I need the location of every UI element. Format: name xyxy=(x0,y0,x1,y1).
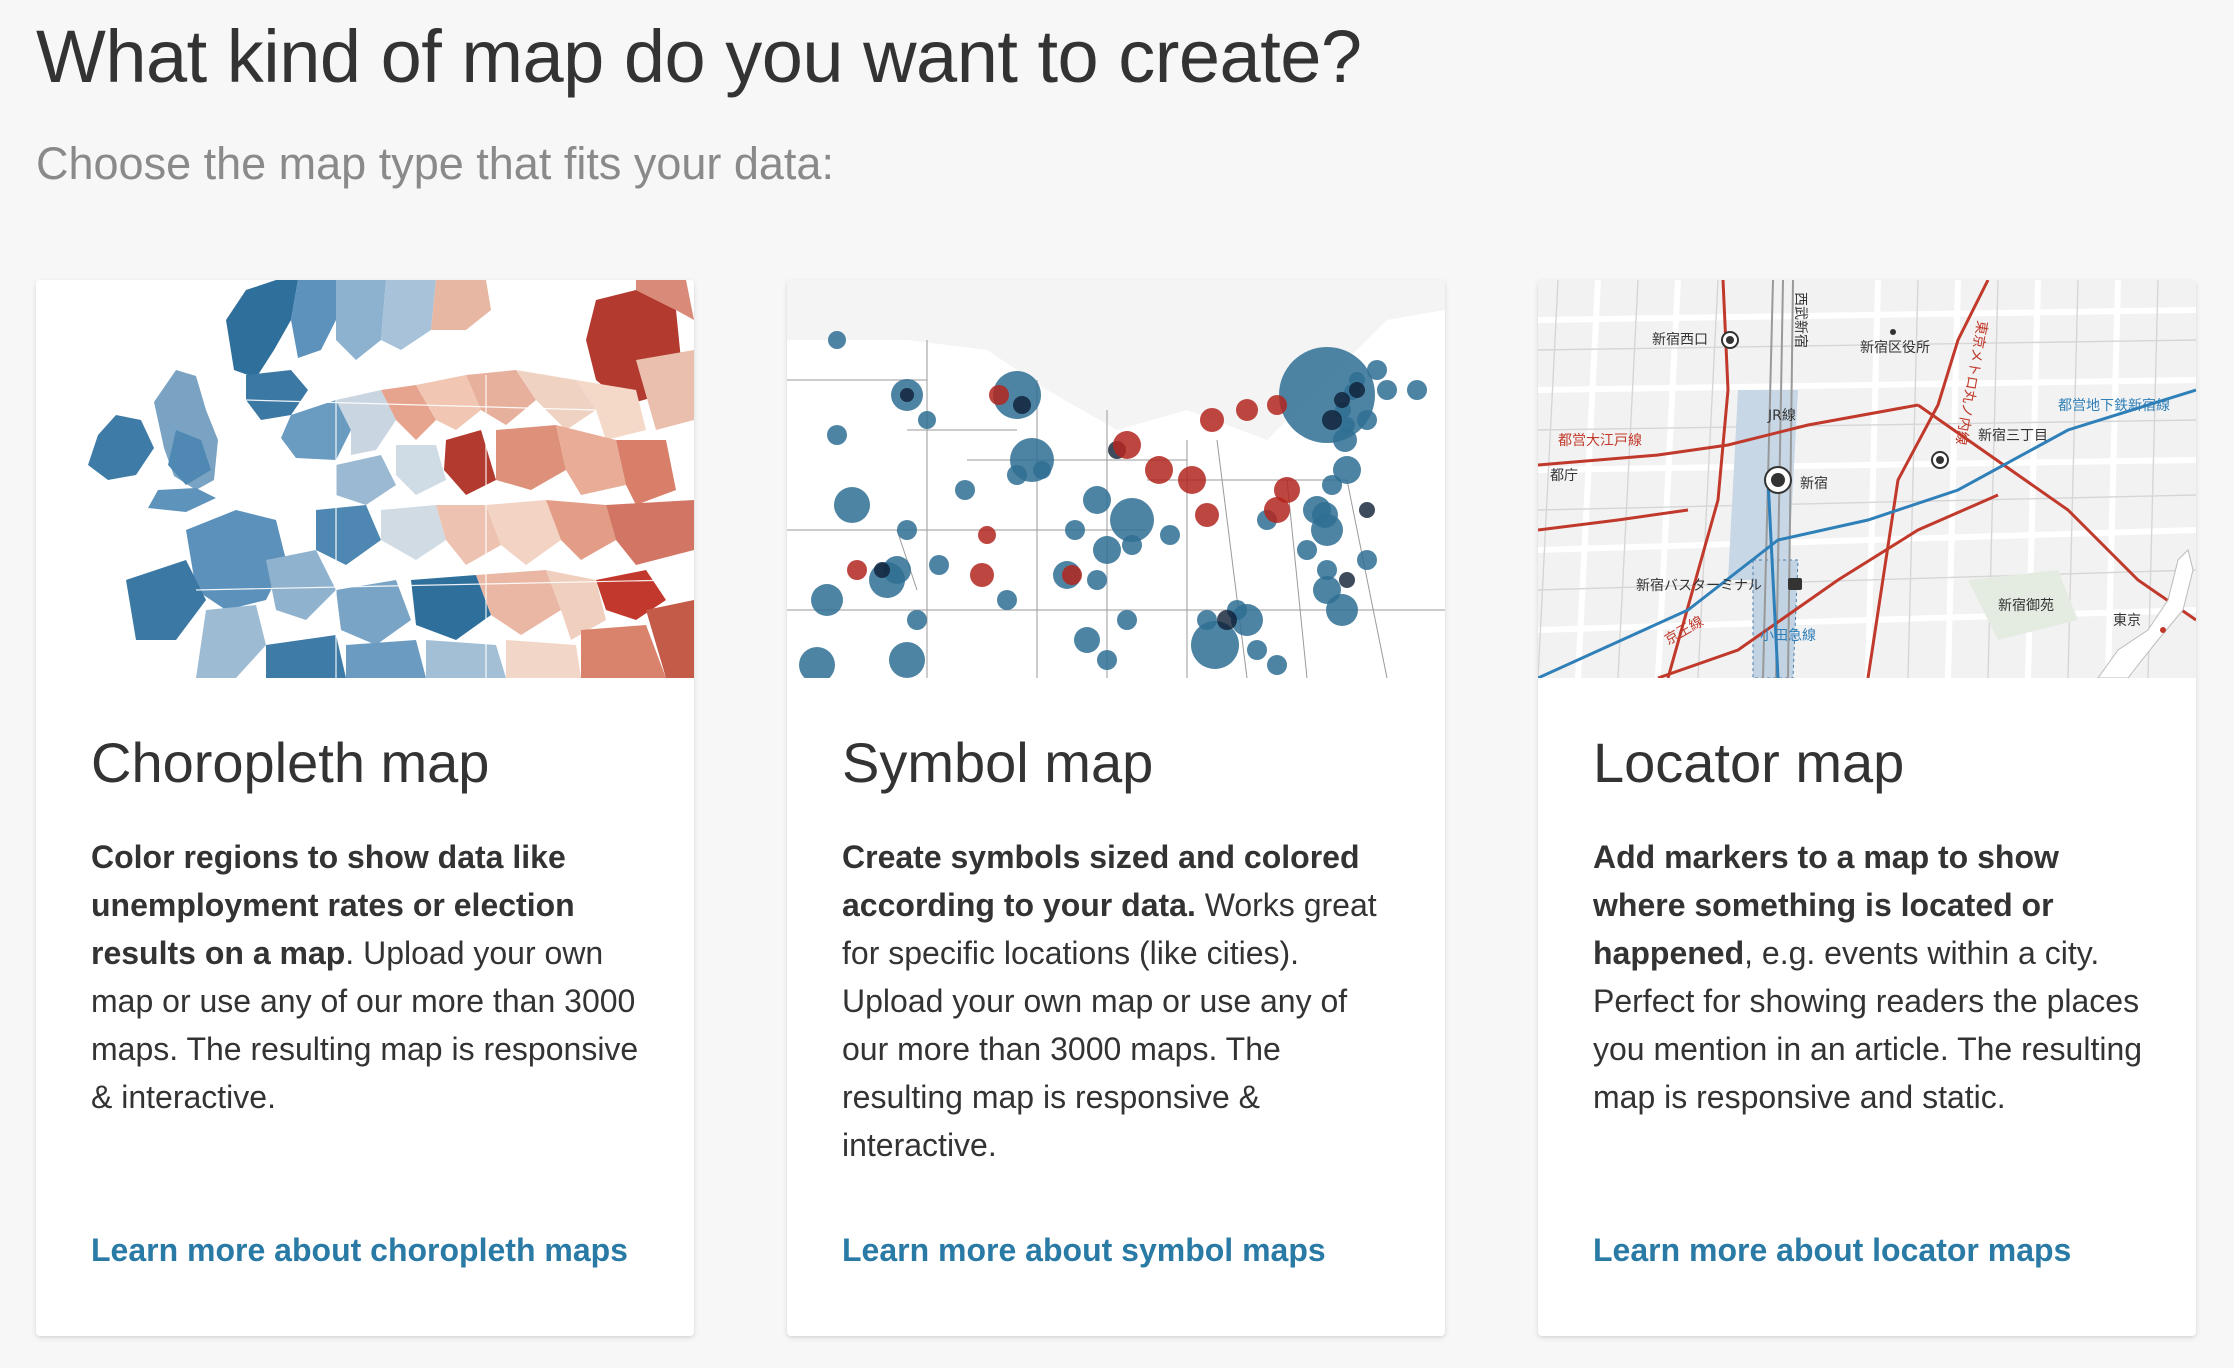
map-label-sanchome: 新宿三丁目 xyxy=(1978,427,2048,444)
choropleth-europe-thumbnail xyxy=(36,280,694,678)
symbol-map-card[interactable]: Symbol map Create symbols sized and colo… xyxy=(787,280,1445,1336)
locator-map-card[interactable]: 新宿 新宿西口 西武新宿 新宿区役所 東京メトロ丸ノ内線 都営大江戸線 JR線 … xyxy=(1538,280,2196,1336)
map-label-odakyu: 小田急線 xyxy=(1760,628,1816,644)
map-label-ward-office: 新宿区役所 xyxy=(1860,339,1930,356)
map-label-shinjuku-line: 都営地下鉄新宿線 xyxy=(2058,397,2170,414)
symbol-card-description: Create symbols sized and colored accordi… xyxy=(842,833,1402,1169)
locator-card-title: Locator map xyxy=(1593,731,1905,794)
station-name-label: 新宿 xyxy=(1800,475,1828,492)
choropleth-card-body: Choropleth map Color regions to show dat… xyxy=(91,730,651,1121)
map-label-oedo: 都営大江戸線 xyxy=(1558,433,1642,449)
page-subtitle: Choose the map type that fits your data: xyxy=(36,138,834,189)
map-label-nishiguchi: 新宿西口 xyxy=(1652,331,1708,348)
choropleth-card-title: Choropleth map xyxy=(91,731,490,794)
map-label-seibu: 西武新宿 xyxy=(1792,292,1809,348)
symbol-card-body: Symbol map Create symbols sized and colo… xyxy=(842,730,1402,1169)
choropleth-map-card[interactable]: Choropleth map Color regions to show dat… xyxy=(36,280,694,1336)
map-label-tocho: 都庁 xyxy=(1550,468,1578,484)
locator-card-body: Locator map Add markers to a map to show… xyxy=(1593,730,2153,1121)
symbol-desc-rest: Works great for specific locations (like… xyxy=(842,887,1377,1163)
page-title: What kind of map do you want to create? xyxy=(36,15,1362,98)
locator-map-shinjuku-thumbnail: 新宿 新宿西口 西武新宿 新宿区役所 東京メトロ丸ノ内線 都営大江戸線 JR線 … xyxy=(1538,280,2196,678)
locator-card-description: Add markers to a map to show where somet… xyxy=(1593,833,2153,1121)
choropleth-card-description: Color regions to show data like unemploy… xyxy=(91,833,651,1121)
choropleth-learn-more-link[interactable]: Learn more about choropleth maps xyxy=(91,1232,628,1269)
map-label-tokyo: 東京 xyxy=(2113,613,2141,629)
locator-learn-more-link[interactable]: Learn more about locator maps xyxy=(1593,1232,2071,1269)
symbol-map-usa-thumbnail xyxy=(787,280,1445,678)
map-label-jr: JR線 xyxy=(1767,408,1796,424)
symbol-learn-more-link[interactable]: Learn more about symbol maps xyxy=(842,1232,1326,1269)
map-label-gyoen: 新宿御苑 xyxy=(1998,597,2054,614)
map-type-cards: Choropleth map Color regions to show dat… xyxy=(36,280,2200,1336)
map-label-bus-terminal: 新宿バスターミナル xyxy=(1636,577,1762,594)
symbol-card-title: Symbol map xyxy=(842,731,1154,794)
